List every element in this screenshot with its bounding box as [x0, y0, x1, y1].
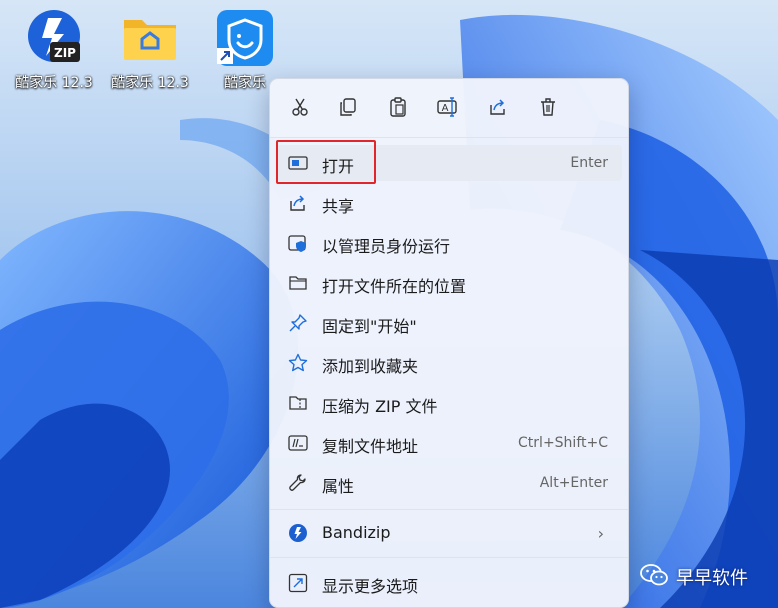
menu-item-bandizip[interactable]: Bandizip ›: [276, 515, 622, 551]
cut-button[interactable]: [284, 93, 316, 125]
watermark: 早早软件: [640, 564, 748, 590]
menu-item-show-more-options[interactable]: 显示更多选项: [276, 565, 622, 601]
app-shortcut-icon: [215, 8, 275, 68]
expand-icon: [288, 573, 308, 593]
zip-installer-icon: ZIP: [24, 8, 84, 68]
menu-item-label: 以管理员身份运行: [322, 237, 451, 256]
svg-text:A: A: [442, 103, 449, 114]
menu-divider: [270, 137, 628, 138]
scissors-icon: [290, 97, 310, 121]
menu-item-label: 添加到收藏夹: [322, 357, 419, 376]
menu-item-label: Bandizip: [322, 523, 391, 542]
menu-item-run-as-admin[interactable]: 以管理员身份运行: [276, 225, 622, 261]
path-icon: [288, 433, 308, 453]
watermark-text: 早早软件: [676, 568, 748, 589]
rename-icon: A: [437, 97, 459, 121]
shield-icon: [288, 233, 308, 253]
copy-icon: [338, 97, 358, 121]
menu-item-label: 共享: [322, 197, 355, 216]
menu-item-shortcut: Ctrl+Shift+C: [518, 435, 608, 451]
share-icon: [488, 97, 508, 121]
menu-item-label: 打开文件所在的位置: [322, 277, 467, 296]
bandizip-icon: [288, 523, 308, 543]
menu-item-share[interactable]: 共享: [276, 185, 622, 221]
context-menu-toolbar: A: [270, 79, 628, 137]
delete-button[interactable]: [532, 93, 564, 125]
menu-item-copy-path[interactable]: 复制文件地址 Ctrl+Shift+C: [276, 425, 622, 461]
menu-divider: [270, 509, 628, 510]
menu-item-label: 固定到"开始": [322, 317, 417, 336]
rename-button[interactable]: A: [432, 93, 464, 125]
clipboard-icon: [388, 97, 408, 121]
zip-folder-icon: [288, 393, 308, 413]
desktop-icon-folder[interactable]: 酷家乐 12.3: [105, 8, 195, 96]
menu-item-label: 复制文件地址: [322, 437, 419, 456]
wrench-icon: [288, 473, 308, 493]
wechat-icon: [640, 563, 668, 591]
folder-icon: [120, 8, 180, 68]
menu-item-shortcut: Alt+Enter: [539, 475, 608, 491]
desktop-icon-label: 酷家乐 12.3: [15, 75, 93, 91]
menu-divider: [270, 557, 628, 558]
menu-item-compress-zip[interactable]: 压缩为 ZIP 文件: [276, 385, 622, 421]
menu-item-label: 属性: [322, 477, 355, 496]
menu-item-pin-to-start[interactable]: 固定到"开始": [276, 305, 622, 341]
share-icon: [288, 193, 308, 213]
menu-item-open-location[interactable]: 打开文件所在的位置: [276, 265, 622, 301]
menu-item-label: 压缩为 ZIP 文件: [322, 397, 438, 416]
menu-item-label: 显示更多选项: [322, 577, 419, 596]
menu-item-shortcut: Enter: [570, 155, 608, 171]
trash-icon: [538, 97, 558, 121]
pin-icon: [288, 313, 308, 333]
copy-button[interactable]: [332, 93, 364, 125]
desktop-icon-installer[interactable]: ZIP 酷家乐 12.3: [9, 8, 99, 96]
paste-button[interactable]: [382, 93, 414, 125]
highlight-box: [276, 140, 376, 184]
menu-item-add-to-favorites[interactable]: 添加到收藏夹: [276, 345, 622, 381]
star-icon: [288, 353, 308, 373]
desktop-icon-label: 酷家乐 12.3: [111, 75, 189, 91]
share-toolbar-button[interactable]: [482, 93, 514, 125]
chevron-right-icon: ›: [597, 524, 604, 543]
svg-text:ZIP: ZIP: [54, 46, 76, 60]
folder-icon: [288, 273, 308, 293]
menu-item-properties[interactable]: 属性 Alt+Enter: [276, 465, 622, 501]
